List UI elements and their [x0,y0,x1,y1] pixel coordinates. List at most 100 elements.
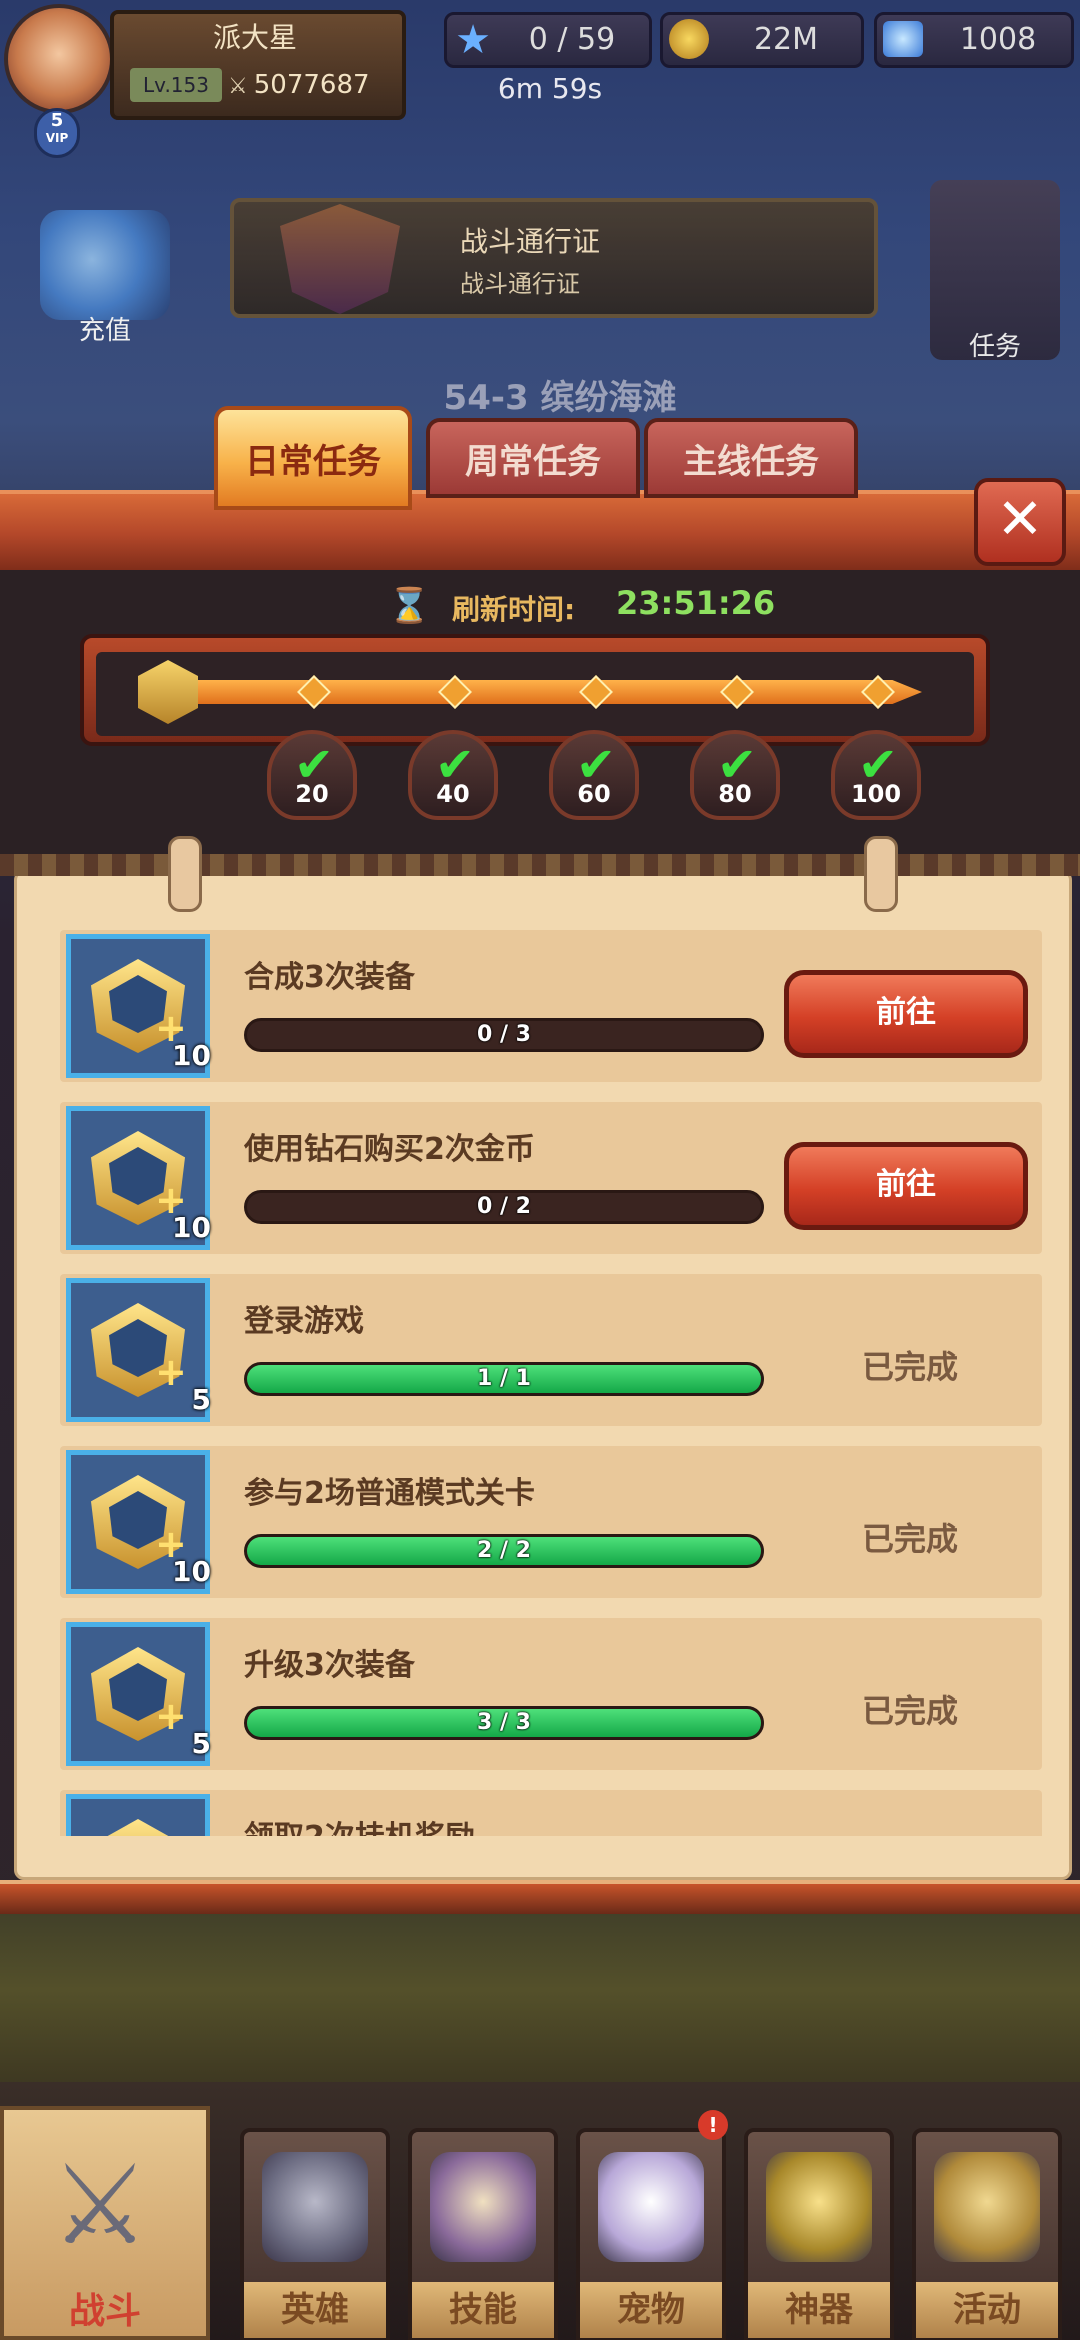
close-button[interactable]: ✕ [974,478,1066,566]
task-title: 合成3次装备 [244,960,415,995]
nav-skills-tab[interactable]: 技能 [408,2128,558,2340]
task-title: 领取2次挂机奖励 [244,1812,764,1836]
task-reward-amount: 5 [191,1727,211,1760]
task-reward-amount: 10 [172,1211,211,1244]
go-button[interactable]: 前往 [784,1142,1028,1230]
task-row: + 5 登录游戏 1 / 1 已完成 [60,1274,1042,1426]
nav-label: 宠物 [617,2290,685,2330]
nav-battle-label[interactable]: 战斗 [50,2282,160,2332]
gem-value: 1008 [959,22,1037,57]
task-row: + 5 升级3次装备 3 / 3 已完成 [60,1618,1042,1770]
artifact-emblem-icon [766,2152,872,2262]
tab-plank [0,490,1080,580]
nav-label: 活动 [953,2290,1021,2330]
task-reward-amount: 10 [172,1039,211,1072]
milestone-chest[interactable]: ✔ 80 [690,730,780,820]
recharge-gem-icon[interactable] [40,210,170,320]
tab-daily-quests[interactable]: 日常任务 [214,406,412,510]
tab-weekly-quests[interactable]: 周常任务 [426,418,640,498]
battle-pass-subtitle: 战斗通行证 [460,270,580,298]
task-reward-icon [66,1794,210,1836]
star-icon: ★ [455,17,491,63]
task-progress-text: 2 / 2 [477,1538,531,1563]
task-title: 登录游戏 [244,1304,364,1339]
task-progress-bar: 0 / 3 [244,1018,764,1052]
nav-label: 技能 [449,2290,517,2330]
gold-panel[interactable]: 22M [660,12,864,68]
scroll-hook [168,836,202,912]
player-name: 派大星 [212,21,297,54]
task-reward-icon: + 5 [66,1622,211,1766]
activity-emblem-icon [91,1819,185,1836]
player-avatar[interactable] [4,4,114,114]
winged-egg-icon [598,2152,704,2262]
vip-label: VIP [45,131,69,145]
milestone-chest[interactable]: ✔ 100 [831,730,921,820]
recharge-label[interactable]: 充值 [60,310,150,350]
player-level: Lv.153 [130,68,222,102]
task-progress-bar: 1 / 1 [244,1362,764,1396]
task-row: + 10 合成3次装备 0 / 3 前往 [60,930,1042,1082]
task-reward-icon: + 10 [66,1450,211,1594]
task-title: 参与2场普通模式关卡 [244,1476,535,1511]
task-reward-amount: 5 [191,1383,211,1416]
scroll-top-rod [0,854,1080,876]
task-list[interactable]: + 10 合成3次装备 0 / 3 前往 + 10 使用钻石购买2次金币 0 /… [60,930,1042,1836]
nav-label: 英雄 [281,2290,349,2330]
task-completed-label: 已完成 [861,1520,958,1558]
task-progress-bar: 2 / 2 [244,1534,764,1568]
task-completed-label: 已完成 [861,1348,958,1386]
task-progress-text: 0 / 2 [477,1194,531,1219]
task-title: 使用钻石购买2次金币 [244,1132,535,1167]
scroll-bottom-rod [0,1880,1080,1914]
task-progress-text: 0 / 3 [477,1022,531,1047]
crossed-swords-icon: ⚔ [50,2141,150,2269]
spellbook-icon [430,2152,536,2262]
gold-coin-icon [669,19,709,59]
milestone-chest[interactable]: ✔ 20 [267,730,357,820]
task-reward-amount: 10 [172,1555,211,1588]
stamina-timer: 6m 59s [497,72,603,105]
refresh-label: 刷新时间: [452,593,576,626]
milestone-chest[interactable]: ✔ 40 [408,730,498,820]
task-progress-text: 1 / 1 [477,1366,531,1391]
milestone-points: 80 [718,780,752,808]
gem-panel[interactable]: 1008 [874,12,1074,68]
quest-side-label[interactable]: 任务 [955,326,1035,366]
task-row: + 10 参与2场普通模式关卡 2 / 2 已完成 [60,1446,1042,1598]
nav-pets-tab[interactable]: 宠物 [576,2128,726,2340]
close-icon: ✕ [996,487,1044,552]
vip-badge[interactable]: 5 VIP [34,108,80,158]
go-button[interactable]: 前往 [784,970,1028,1058]
nav-heroes-tab[interactable]: 英雄 [240,2128,390,2340]
task-row: + 10 使用钻石购买2次金币 0 / 2 前往 [60,1102,1042,1254]
refresh-countdown: 23:51:26 [616,584,776,622]
task-reward-icon: + 10 [66,1106,211,1250]
milestone-points: 60 [577,780,611,808]
helmet-icon [262,2152,368,2262]
scroll-hook [864,836,898,912]
combat-power-value: 5077687 [253,70,370,100]
nav-events-tab[interactable]: 活动 [912,2128,1062,2340]
task-row: 领取2次挂机奖励 [60,1790,1042,1836]
task-completed-label: 已完成 [861,1692,958,1730]
swords-icon: ⚔ [228,74,248,99]
nav-label: 神器 [785,2290,853,2330]
gold-value: 22M [753,22,819,57]
battle-pass-title: 战斗通行证 [460,225,601,258]
task-reward-icon: + 10 [66,934,211,1078]
trumpet-icon [934,2152,1040,2262]
notification-badge: ! [698,2110,728,2140]
activity-progress-bar [182,680,922,704]
milestone-chest[interactable]: ✔ 60 [549,730,639,820]
task-progress-bar: 3 / 3 [244,1706,764,1740]
tab-main-quests[interactable]: 主线任务 [644,418,858,498]
task-progress-text: 3 / 3 [477,1710,531,1735]
vip-level: 5 [50,110,64,131]
milestone-points: 20 [295,780,329,808]
stamina-panel[interactable]: ★ 0 / 59 [444,12,652,68]
stamina-value: 0 / 59 [528,22,616,57]
hourglass-icon: ⌛ [388,586,431,626]
nav-artifacts-tab[interactable]: 神器 [744,2128,894,2340]
task-title: 升级3次装备 [244,1648,415,1683]
